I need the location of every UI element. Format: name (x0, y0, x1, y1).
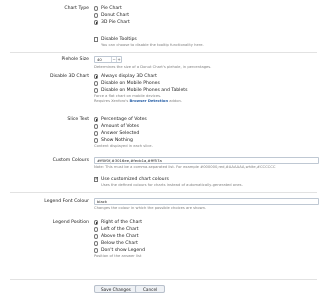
section-divider (10, 52, 317, 53)
slice-text-option-answer[interactable]: Answer Selected (94, 130, 319, 137)
disable-3d-option-always[interactable]: Always display 3D Chart (94, 73, 319, 80)
piehole-size-value[interactable]: 40 (95, 57, 111, 62)
radio-icon[interactable] (94, 227, 99, 232)
radio-icon[interactable] (94, 241, 99, 246)
custom-colours-control: #ff0f0f,#3016ee,#fecb1a,#fff57a Note: Th… (94, 157, 319, 170)
disable-3d-label: Disable 3D Chart (49, 74, 89, 79)
piehole-label: Piehole Size (61, 57, 90, 62)
tooltips-hint: You can choose to disable the tooltip fu… (101, 43, 204, 47)
increment-icon[interactable]: + (116, 57, 121, 62)
legend-position-option-below[interactable]: Below the Chart (94, 240, 319, 247)
slice-text-option-amount[interactable]: Amount of Votes (94, 123, 319, 130)
legend-position-option-right[interactable]: Right of the Chart (94, 219, 319, 226)
radio-icon[interactable] (94, 88, 99, 93)
slice-text-label: Slice Text (67, 117, 89, 122)
disable-3d-option-phones-tablets[interactable]: Disable on Mobile Phones and Tablets (94, 87, 319, 94)
radio-selected-icon[interactable] (94, 117, 99, 122)
disable-3d-options: Always display 3D Chart Disable on Mobil… (94, 73, 319, 103)
use-custom-colours-control: Use customized chart colours Uses the de… (94, 176, 319, 188)
radio-selected-icon[interactable] (94, 220, 99, 225)
slice-text-option-percentage[interactable]: Percentage of Votes (94, 116, 319, 123)
radio-icon[interactable] (94, 124, 99, 129)
legend-position-hint: Position of the answer list (94, 254, 142, 258)
disable-tooltips-checkbox[interactable]: Disable Tooltips (94, 36, 319, 43)
chart-type-option-3d-pie[interactable]: 3D Pie Chart (94, 19, 319, 26)
radio-icon[interactable] (94, 131, 99, 136)
legend-position-label: Legend Position (52, 220, 89, 225)
browser-detection-link[interactable]: Browser Detection (130, 99, 169, 103)
piehole-hint: Determines the size of a Donut Chart's p… (94, 65, 212, 69)
radio-icon[interactable] (94, 248, 99, 253)
radio-selected-icon[interactable] (94, 20, 99, 25)
legend-position-option-none[interactable]: Don't show Legend (94, 247, 319, 254)
custom-colours-label: Custom Colours (52, 158, 89, 163)
save-changes-button[interactable]: Save Changes (94, 285, 138, 293)
legend-font-hint: Changes the colour in which the possible… (94, 206, 207, 210)
poll-chart-options-form: Chart Type Pie Chart Donut Chart 3D Pie … (0, 0, 327, 300)
legend-position-option-above[interactable]: Above the Chart (94, 233, 319, 240)
section-divider (10, 279, 317, 280)
slice-text-options: Percentage of Votes Amount of Votes Answ… (94, 116, 319, 149)
radio-selected-icon[interactable] (94, 74, 99, 79)
legend-font-label: Legend Font Colour (44, 199, 89, 204)
legend-position-options: Right of the Chart Left of the Chart Abo… (94, 219, 319, 259)
piehole-size-stepper[interactable]: 40 − + (94, 56, 122, 63)
legend-position-option-left[interactable]: Left of the Chart (94, 226, 319, 233)
radio-icon[interactable] (94, 6, 99, 11)
use-custom-colours-hint: Uses the defined colours for charts inst… (101, 183, 243, 187)
radio-icon[interactable] (94, 138, 99, 143)
legend-font-colour-input[interactable]: black (94, 198, 319, 205)
custom-colours-hint: Note: This must be a comma-separated lis… (94, 165, 276, 169)
radio-icon[interactable] (94, 234, 99, 239)
use-custom-colours-checkbox[interactable]: Use customized chart colours (94, 176, 319, 183)
disable-3d-option-phones[interactable]: Disable on Mobile Phones (94, 80, 319, 87)
custom-colours-input[interactable]: #ff0f0f,#3016ee,#fecb1a,#fff57a (94, 157, 319, 164)
chart-type-options: Pie Chart Donut Chart 3D Pie Chart (94, 5, 319, 26)
radio-icon[interactable] (94, 13, 99, 18)
checkbox-checked-icon[interactable] (94, 176, 99, 183)
cancel-button[interactable]: Cancel (135, 285, 166, 293)
chart-type-option-pie[interactable]: Pie Chart (94, 5, 319, 12)
checkbox-icon[interactable] (94, 37, 99, 42)
radio-icon[interactable] (94, 81, 99, 86)
slice-text-option-nothing[interactable]: Show Nothing (94, 137, 319, 144)
chart-type-option-donut[interactable]: Donut Chart (94, 12, 319, 19)
disable-3d-requirement: Requires Xenforo's Browser Detection add… (94, 98, 182, 103)
tooltips-control: Disable Tooltips You can choose to disab… (94, 36, 319, 48)
section-divider (10, 192, 317, 193)
slice-text-hint: Content displayed in each slice. (94, 144, 153, 148)
chart-type-label: Chart Type (64, 6, 89, 11)
piehole-control: 40 − + Determines the size of a Donut Ch… (94, 56, 319, 70)
legend-font-control: black Changes the colour in which the po… (94, 198, 319, 211)
